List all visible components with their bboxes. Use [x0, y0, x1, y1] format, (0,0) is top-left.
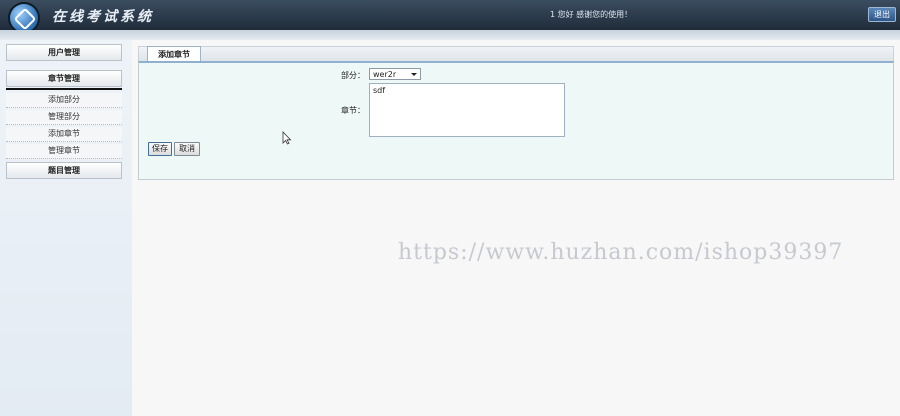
header-divider: [0, 30, 900, 40]
sidebar-item-add-chapter[interactable]: 添加章节: [6, 127, 122, 142]
cancel-button[interactable]: 取消: [174, 142, 200, 156]
part-select-value: wer2r: [373, 70, 397, 79]
chapter-textarea[interactable]: sdf: [369, 83, 565, 137]
sidebar-item-manage-part[interactable]: 管理部分: [6, 110, 122, 125]
sidebar-item-manage-chapter[interactable]: 管理章节: [6, 144, 122, 159]
form-panel: 部分： wer2r 章节： sdf 保存 取消: [138, 61, 894, 180]
sidebar-divider: [6, 88, 122, 90]
sidebar-section-topics[interactable]: 题目管理: [6, 162, 122, 179]
sidebar-item-add-part[interactable]: 添加部分: [6, 93, 122, 108]
logo-icon: [10, 4, 38, 32]
sidebar-section-chapters[interactable]: 章节管理: [6, 70, 122, 87]
part-select[interactable]: wer2r: [369, 68, 421, 80]
app-title: 在线考试系统: [52, 9, 154, 25]
save-button[interactable]: 保存: [148, 142, 172, 156]
app-header: 在线考试系统 1 您好 感谢您的使用！ 退出: [0, 0, 900, 32]
chevron-down-icon: [411, 73, 417, 76]
sidebar-section-users[interactable]: 用户管理: [6, 44, 122, 61]
part-label: 部分：: [341, 71, 365, 80]
mouse-cursor-icon: [282, 131, 292, 145]
watermark-text: https://www.huzhan.com/ishop39397: [398, 240, 844, 265]
chapter-label: 章节：: [341, 106, 365, 115]
tab-bar: 添加章节: [138, 46, 894, 62]
tab-add-chapter[interactable]: 添加章节: [147, 46, 201, 62]
logout-button[interactable]: 退出: [868, 7, 896, 22]
sidebar: 用户管理 章节管理 添加部分 管理部分 添加章节 管理章节 题目管理: [0, 40, 132, 416]
welcome-text: 1 您好 感谢您的使用！: [550, 10, 633, 19]
